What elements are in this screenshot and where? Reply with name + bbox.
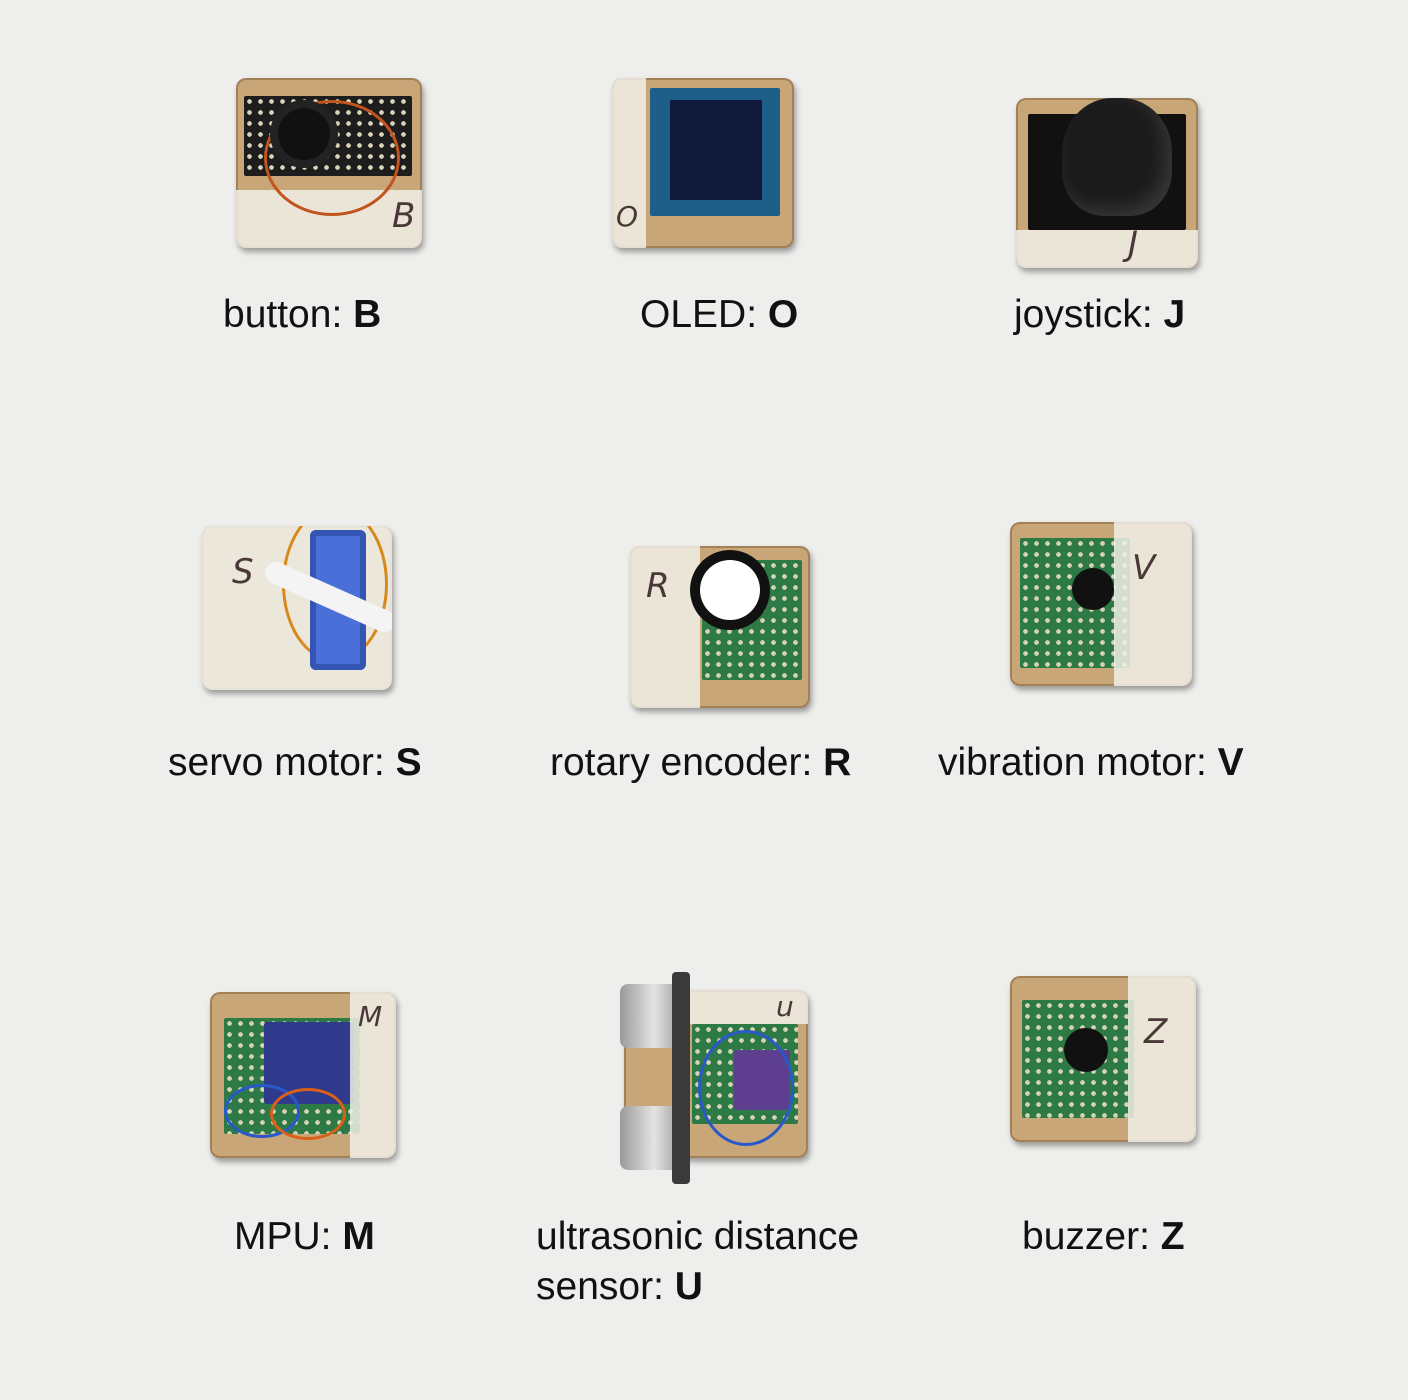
label-buzzer: buzzer: Z bbox=[1022, 1215, 1185, 1258]
label-vibration-motor: vibration motor: V bbox=[938, 741, 1244, 784]
mpu-module-photo: M bbox=[210, 992, 396, 1158]
label-button: button: B bbox=[223, 293, 382, 336]
vibration-motor-module-photo: V bbox=[1010, 522, 1192, 686]
ultrasonic-board-edge bbox=[672, 972, 690, 1184]
label-servo-motor: servo motor: S bbox=[168, 741, 422, 784]
label-mpu: MPU: M bbox=[234, 1215, 375, 1258]
label-rotary-encoder: rotary encoder: R bbox=[550, 741, 852, 784]
rotary-encoder-module-photo: R bbox=[630, 546, 810, 708]
oled-module-photo: O bbox=[612, 78, 794, 248]
buzzer-module-photo: Z bbox=[1010, 976, 1196, 1142]
label-oled: OLED: O bbox=[640, 293, 799, 336]
joystick-module-photo: J bbox=[1016, 98, 1198, 268]
button-module-photo: B bbox=[236, 78, 422, 248]
servo-motor-module-photo: S bbox=[202, 526, 392, 690]
label-ultrasonic-sensor: ultrasonic distance sensor: U bbox=[536, 1215, 860, 1308]
label-joystick: joystick: J bbox=[1014, 293, 1186, 336]
